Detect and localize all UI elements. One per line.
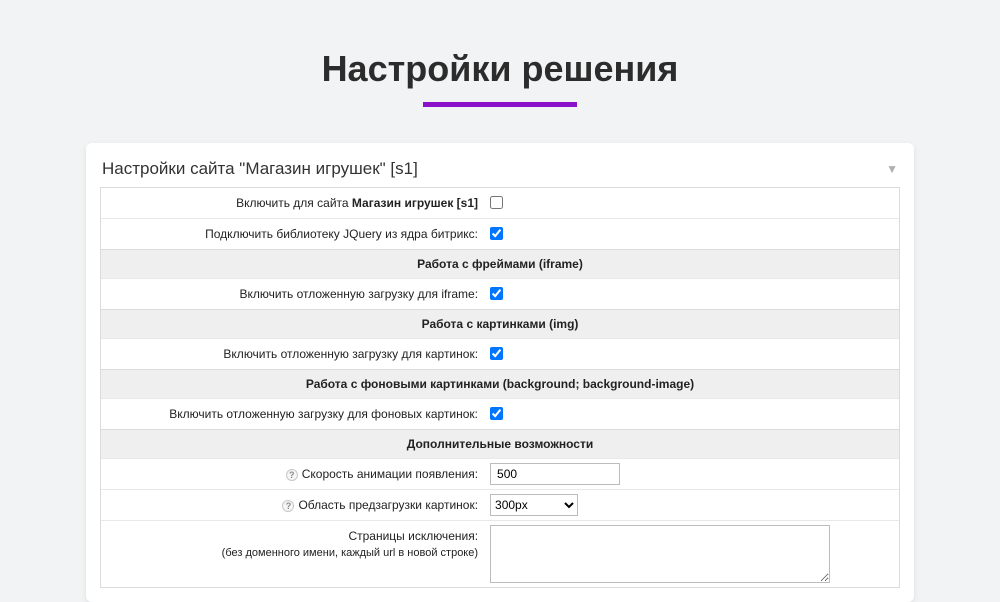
section-extra: Дополнительные возможности [101, 429, 899, 458]
title-underline [423, 102, 577, 107]
sublabel-exclusions: (без доменного имени, каждый url в новой… [107, 545, 478, 562]
checkbox-iframe-lazy[interactable] [490, 287, 503, 300]
label-enable-site-pre: Включить для сайта [236, 196, 352, 210]
row-enable-site: Включить для сайта Магазин игрушек [s1] [101, 187, 899, 218]
label-anim-speed: Скорость анимации появления: [302, 467, 478, 481]
row-jquery-core: Подключить библиотеку JQuery из ядра бит… [101, 218, 899, 249]
chevron-down-icon[interactable]: ▼ [886, 162, 898, 176]
page-title: Настройки решения [0, 48, 1000, 90]
row-preload-area: ? Область предзагрузки картинок: 300px [101, 489, 899, 520]
label-jquery-core: Подключить библиотеку JQuery из ядра бит… [101, 219, 484, 249]
checkbox-enable-site[interactable] [490, 196, 503, 209]
select-preload-area[interactable]: 300px [490, 494, 578, 516]
label-enable-site: Включить для сайта Магазин игрушек [s1] [101, 188, 484, 218]
row-anim-speed: ? Скорость анимации появления: [101, 458, 899, 489]
checkbox-img-lazy[interactable] [490, 347, 503, 360]
section-iframe: Работа с фреймами (iframe) [101, 249, 899, 278]
panel-header-title: Настройки сайта "Магазин игрушек" [s1] [102, 159, 418, 179]
input-anim-speed[interactable] [490, 463, 620, 485]
form-body: Включить для сайта Магазин игрушек [s1] … [100, 187, 900, 588]
textarea-exclusions[interactable] [490, 525, 830, 583]
help-icon[interactable]: ? [282, 500, 294, 512]
settings-panel: Настройки сайта "Магазин игрушек" [s1] ▼… [86, 143, 914, 602]
label-bg-lazy: Включить отложенную загрузку для фоновых… [101, 399, 484, 429]
row-img-lazy: Включить отложенную загрузку для картино… [101, 338, 899, 369]
checkbox-bg-lazy[interactable] [490, 407, 503, 420]
section-img: Работа с картинками (img) [101, 309, 899, 338]
row-bg-lazy: Включить отложенную загрузку для фоновых… [101, 398, 899, 429]
help-icon[interactable]: ? [286, 469, 298, 481]
row-iframe-lazy: Включить отложенную загрузку для iframe: [101, 278, 899, 309]
panel-header[interactable]: Настройки сайта "Магазин игрушек" [s1] ▼ [100, 155, 900, 187]
section-bg: Работа с фоновыми картинками (background… [101, 369, 899, 398]
label-preload-area: Область предзагрузки картинок: [298, 498, 478, 512]
label-img-lazy: Включить отложенную загрузку для картино… [101, 339, 484, 369]
label-enable-site-bold: Магазин игрушек [s1] [352, 196, 478, 210]
label-iframe-lazy: Включить отложенную загрузку для iframe: [101, 279, 484, 309]
row-exclusions: Страницы исключения: (без доменного имен… [101, 520, 899, 587]
checkbox-jquery-core[interactable] [490, 227, 503, 240]
label-exclusions: Страницы исключения: [348, 529, 478, 543]
